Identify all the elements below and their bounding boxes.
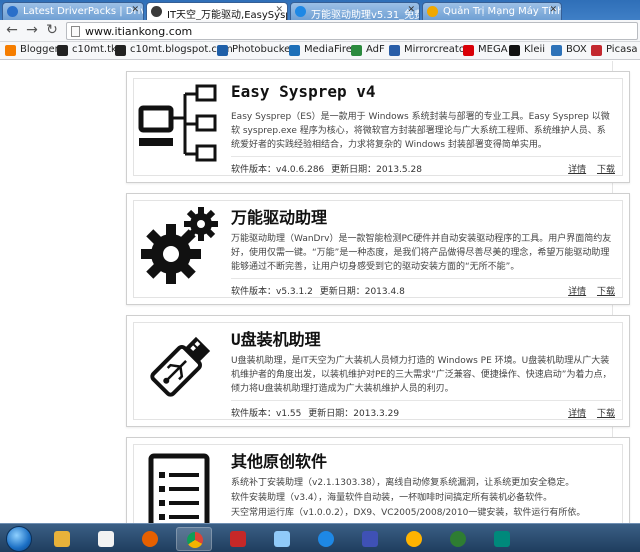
tab-wandrv[interactable]: 万能驱动助理v5.31_免费高 ✕ [290,2,420,20]
mega-icon [463,45,474,56]
product-title: U盘装机助理 [231,330,321,349]
network-icon [138,84,217,162]
notes-icon [274,531,290,547]
taskbar-item-media-player[interactable] [88,527,124,551]
tab-label: Latest DriverPacks | Driver [23,6,144,17]
tab-label: Quản Trị Mạng Máy Tính [443,6,562,17]
address-bar[interactable]: www.itiankong.com [66,22,638,40]
bookmark-mediafire[interactable]: MediaFire [288,44,352,58]
idm-icon [494,531,510,547]
taskbar-item-notes[interactable] [264,527,300,551]
tab-driverpacks[interactable]: Latest DriverPacks | Driver ✕ [2,2,144,20]
tab-label: IT天空_万能驱动,EasySysp [167,10,288,20]
detail-link[interactable]: 详情 [568,287,586,297]
page-content: Easy Sysprep v4 Easy Sysprep（ES）是一款用于 Wi… [0,61,640,523]
start-button[interactable] [6,526,32,552]
taskbar-item-explorer[interactable] [44,527,80,551]
site-icon [295,6,306,17]
detail-link[interactable]: 详情 [568,165,586,175]
taskbar-item-paint[interactable] [396,527,432,551]
bookmark-c10mt-tk[interactable]: c10mt.tk [56,44,117,58]
bookmark-c10mt-blogspot[interactable]: c10mt.blogspot.com [114,44,233,58]
blogger-icon [5,45,16,56]
url-text: www.itiankong.com [85,25,193,38]
page-icon [71,26,80,37]
reload-icon[interactable]: ↻ [44,22,60,38]
browser-toolbar: ← → ↻ www.itiankong.com [0,20,640,42]
taskbar-item-chrome[interactable] [176,527,212,551]
bookmark-kleii[interactable]: Kleii [508,44,545,58]
tab-itiankong[interactable]: IT天空_万能驱动,EasySysp ✕ [146,2,288,20]
network-app-icon [318,531,334,547]
download-link[interactable]: 下载 [597,165,615,175]
site-icon [427,6,438,17]
windows-explorer-icon [54,531,70,547]
site-icon [151,6,162,17]
bookmark-mirrorcreator[interactable]: Mirrorcreator [388,44,469,58]
close-icon[interactable]: ✕ [131,5,139,15]
close-icon[interactable]: ✕ [407,5,415,15]
bookmark-adf[interactable]: AdF [350,44,385,58]
taskbar-item-firefox[interactable] [132,527,168,551]
windows-taskbar [0,523,640,552]
detail-link[interactable]: 详情 [568,409,586,419]
game-icon [362,531,378,547]
checklist-icon [148,453,210,523]
bookmarks-bar: Blogger c10mt.tk c10mt.blogspot.com Phot… [0,42,640,60]
paint-icon [406,531,422,547]
product-card-other-software: 其他原创软件 系统补丁安装助理（v2.1.1303.38），离线自动修复系统漏洞… [126,437,630,523]
taskbar-item-idm[interactable] [484,527,520,551]
product-card-easy-sysprep: Easy Sysprep v4 Easy Sysprep（ES）是一款用于 Wi… [126,71,630,183]
arrow-left-icon[interactable]: ← [4,22,20,38]
download-link[interactable]: 下载 [597,409,615,419]
ie-icon [7,6,18,17]
site-icon [57,45,68,56]
product-description: U盘装机助理，是IT天空为广大装机人员倾力打造的 Windows PE 环境。U… [231,356,612,394]
product-meta: 软件版本：v4.0.6.286 更新日期：2013.5.28 [231,165,422,175]
taskbar-item-utorrent[interactable] [440,527,476,551]
bookmark-photobucket[interactable]: Photobucket [216,44,294,58]
close-icon[interactable]: ✕ [275,5,283,15]
product-title: 万能驱动助理 [231,208,328,227]
firefox-icon [142,531,158,547]
photobucket-icon [217,45,228,56]
kleii-icon [509,45,520,56]
box-icon [551,45,562,56]
usb-drive-icon [150,336,211,397]
bookmark-picasa[interactable]: Picasa [590,44,638,58]
product-card-wandrv: 万能驱动助理 万能驱动助理（WanDrv）是一款智能检测PC硬件并自动安装驱动程… [126,193,630,305]
taskbar-item-network-app[interactable] [308,527,344,551]
taskbar-item-app[interactable] [220,527,256,551]
tab-strip: Latest DriverPacks | Driver ✕ IT天空_万能驱动,… [0,0,640,20]
download-link[interactable]: 下载 [597,287,615,297]
adf-icon [351,45,362,56]
mediafire-icon [289,45,300,56]
tab-quantrimang[interactable]: Quản Trị Mạng Máy Tính ✕ [422,2,562,20]
mirrorcreator-icon [389,45,400,56]
chrome-icon [187,532,203,548]
media-player-icon [98,531,114,547]
app-icon [230,531,246,547]
gears-icon [141,207,218,284]
site-icon [115,45,126,56]
product-description: 万能驱动助理（WanDrv）是一款智能检测PC硬件并自动安装驱动程序的工具。用户… [231,234,612,272]
tab-label: 万能驱动助理v5.31_免费高 [311,10,419,20]
close-icon[interactable]: ✕ [549,5,557,15]
product-title: 其他原创软件 [231,452,328,471]
taskbar-item-game[interactable] [352,527,388,551]
picasa-icon [591,45,602,56]
product-card-upan: U盘装机助理 U盘装机助理，是IT天空为广大装机人员倾力打造的 Windows … [126,315,630,427]
product-title: Easy Sysprep v4 [231,82,376,101]
arrow-right-icon[interactable]: → [24,22,40,38]
product-description: Easy Sysprep（ES）是一款用于 Windows 系统封装与部署的专业… [231,112,610,150]
product-meta: 软件版本：v5.3.1.2 更新日期：2013.4.8 [231,287,405,297]
bookmark-mega[interactable]: MEGA [462,44,508,58]
bookmark-blogger[interactable]: Blogger [4,44,59,58]
product-meta: 软件版本：v1.55 更新日期：2013.3.29 [231,409,400,419]
bookmark-box[interactable]: BOX [550,44,587,58]
utorrent-icon [450,531,466,547]
product-description: 系统补丁安装助理（v2.1.1303.38），离线自动修复系统漏洞，让系统更加安… [231,478,586,518]
